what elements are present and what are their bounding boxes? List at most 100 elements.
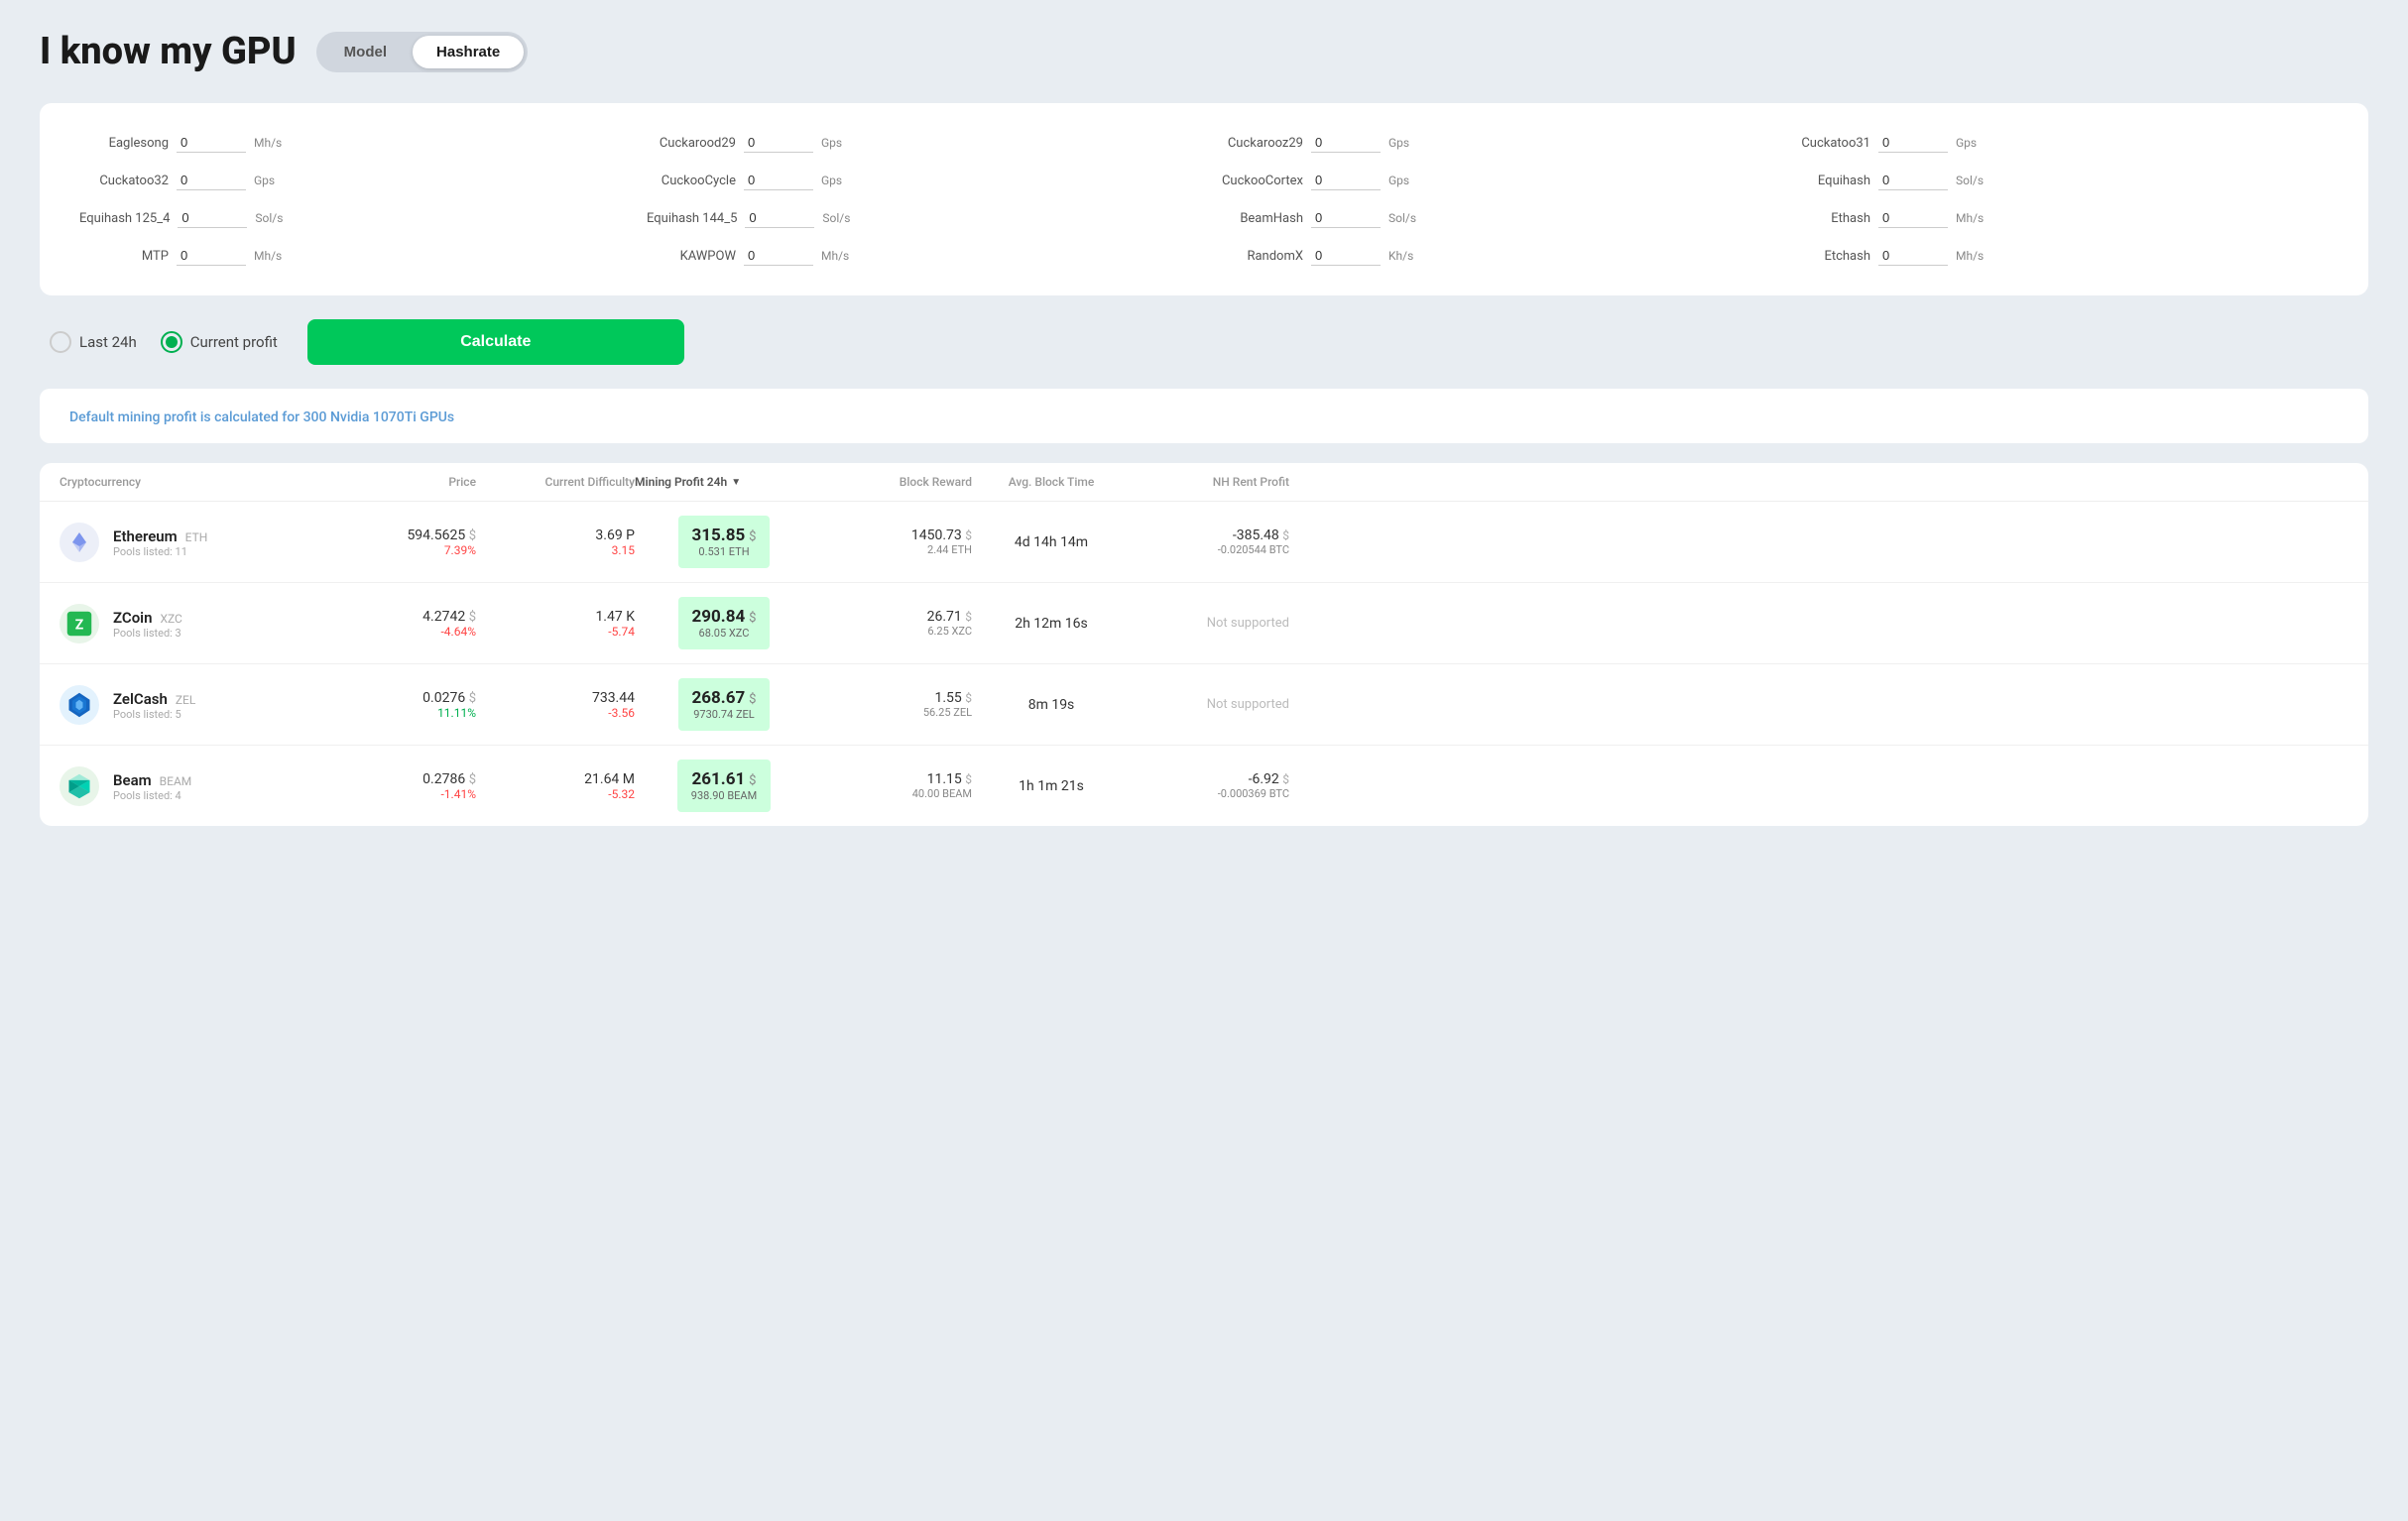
block-time-cell: 8m 19s — [972, 697, 1131, 713]
difficulty-cell: 3.69 P 3.15 — [476, 527, 635, 557]
table-header: Cryptocurrency Price Current Difficulty … — [40, 463, 2368, 502]
table-row: Ethereum ETH Pools listed: 11 594.5625 $… — [40, 502, 2368, 583]
block-main: 11.15 $ — [813, 771, 972, 787]
hashrate-input[interactable] — [1878, 171, 1948, 190]
block-sub: 40.00 BEAM — [813, 787, 972, 800]
hashrate-input[interactable] — [178, 208, 247, 228]
diff-main: 733.44 — [476, 690, 635, 706]
info-banner-text: Default mining profit is calculated for … — [69, 410, 454, 425]
hashrate-input[interactable] — [177, 246, 246, 266]
coin-cell: Ethereum ETH Pools listed: 11 — [60, 523, 337, 562]
hashrate-label: Cuckatoo32 — [79, 174, 169, 188]
hashrate-row: Equihash Sol/s — [1781, 171, 2329, 190]
diff-main: 1.47 K — [476, 609, 635, 625]
hashrate-input[interactable] — [1311, 171, 1381, 190]
diff-change: -5.74 — [476, 625, 635, 639]
price-main: 0.0276 $ — [337, 690, 476, 706]
block-main: 1450.73 $ — [813, 527, 972, 543]
last24h-radio[interactable] — [50, 331, 71, 353]
diff-change: 3.15 — [476, 543, 635, 557]
hashrate-unit: Sol/s — [255, 211, 283, 225]
hashrate-row: BeamHash Sol/s — [1214, 208, 1761, 228]
controls-row: Last 24h Current profit Calculate — [40, 319, 2368, 365]
hashrate-unit: Mh/s — [1956, 211, 1984, 225]
hashrate-input[interactable] — [744, 171, 813, 190]
hashrate-input[interactable] — [177, 171, 246, 190]
header-block-reward: Block Reward — [813, 475, 972, 489]
hashrate-label: Equihash 144_5 — [647, 211, 737, 226]
hashrate-toggle-btn[interactable]: Hashrate — [413, 36, 524, 68]
svg-text:Z: Z — [75, 617, 84, 633]
header-mining-profit[interactable]: Mining Profit 24h ▼ — [635, 475, 813, 489]
hashrate-unit: Gps — [1956, 136, 1977, 150]
hashrate-unit: Gps — [1388, 136, 1409, 150]
pools-listed: Pools listed: 5 — [113, 708, 195, 721]
profit-cell: 290.84 $ 68.05 XZC — [678, 597, 771, 649]
radio-group: Last 24h Current profit — [50, 331, 278, 353]
hashrate-label: Ethash — [1781, 211, 1870, 226]
profit-cell: 268.67 $ 9730.74 ZEL — [678, 678, 771, 731]
profit-sub: 68.05 XZC — [692, 627, 757, 640]
header-price: Price — [337, 475, 476, 489]
hashrate-label: CuckooCortex — [1214, 174, 1303, 188]
table-row: Z ZCoin XZC Pools listed: 3 4.2742 $ -4.… — [40, 583, 2368, 664]
hashrate-input[interactable] — [1878, 133, 1948, 153]
coin-name: Ethereum ETH — [113, 526, 207, 545]
hashrate-input[interactable] — [1878, 208, 1948, 228]
price-main: 0.2786 $ — [337, 771, 476, 787]
hashrate-input[interactable] — [745, 208, 814, 228]
hashrate-input[interactable] — [744, 246, 813, 266]
hashrate-row: KAWPOW Mh/s — [647, 246, 1194, 266]
price-change: 11.11% — [337, 706, 476, 720]
current-profit-option[interactable]: Current profit — [161, 331, 278, 353]
coin-cell: Z ZCoin XZC Pools listed: 3 — [60, 604, 337, 644]
profit-main: 268.67 $ — [692, 688, 757, 708]
coin-icon-zcoin: Z — [60, 604, 99, 644]
calculate-button[interactable]: Calculate — [307, 319, 684, 365]
hashrate-row: Cuckatoo31 Gps — [1781, 133, 2329, 153]
coin-name: Beam BEAM — [113, 770, 191, 789]
price-cell: 594.5625 $ 7.39% — [337, 527, 476, 557]
current-profit-radio[interactable] — [161, 331, 182, 353]
coin-name-group: ZCoin XZC Pools listed: 3 — [113, 608, 182, 640]
profit-main: 290.84 $ — [692, 607, 757, 627]
hashrate-row: CuckooCortex Gps — [1214, 171, 1761, 190]
hashrate-label: BeamHash — [1214, 211, 1303, 226]
hashrate-label: Etchash — [1781, 249, 1870, 264]
nh-main: -385.48 $ — [1131, 527, 1289, 543]
hashrate-input[interactable] — [1311, 208, 1381, 228]
coin-name: ZCoin XZC — [113, 608, 182, 627]
hashrate-input[interactable] — [744, 133, 813, 153]
mode-toggle-group: Model Hashrate — [316, 32, 529, 72]
hashrate-label: Equihash 125_4 — [79, 211, 170, 226]
header-cryptocurrency: Cryptocurrency — [60, 475, 337, 489]
difficulty-cell: 733.44 -3.56 — [476, 690, 635, 720]
coin-name-group: Ethereum ETH Pools listed: 11 — [113, 526, 207, 558]
current-profit-label: Current profit — [190, 333, 278, 351]
profit-cell-wrapper: 290.84 $ 68.05 XZC — [635, 597, 813, 649]
block-sub: 6.25 XZC — [813, 625, 972, 638]
table-row: ZelCash ZEL Pools listed: 5 0.0276 $ 11.… — [40, 664, 2368, 746]
diff-change: -3.56 — [476, 706, 635, 720]
block-main: 26.71 $ — [813, 609, 972, 625]
hashrate-input[interactable] — [177, 133, 246, 153]
block-time-cell: 2h 12m 16s — [972, 616, 1131, 632]
profit-cell-wrapper: 315.85 $ 0.531 ETH — [635, 516, 813, 568]
table-row: Beam BEAM Pools listed: 4 0.2786 $ -1.41… — [40, 746, 2368, 826]
nh-not-supported: Not supported — [1131, 697, 1289, 712]
nh-cell: -6.92 $ -0.000369 BTC — [1131, 771, 1289, 800]
coin-icon-beam — [60, 766, 99, 806]
hashrate-label: KAWPOW — [647, 249, 736, 264]
hashrate-input[interactable] — [1311, 246, 1381, 266]
coin-name: ZelCash ZEL — [113, 689, 195, 708]
last24h-option[interactable]: Last 24h — [50, 331, 137, 353]
coin-icon-eth — [60, 523, 99, 562]
site-title: I know my GPU — [40, 30, 297, 73]
hashrate-unit: Mh/s — [254, 249, 282, 263]
nh-sub: -0.020544 BTC — [1131, 543, 1289, 556]
nh-sub: -0.000369 BTC — [1131, 787, 1289, 800]
coin-name-group: ZelCash ZEL Pools listed: 5 — [113, 689, 195, 721]
model-toggle-btn[interactable]: Model — [320, 36, 411, 68]
hashrate-input[interactable] — [1311, 133, 1381, 153]
hashrate-input[interactable] — [1878, 246, 1948, 266]
